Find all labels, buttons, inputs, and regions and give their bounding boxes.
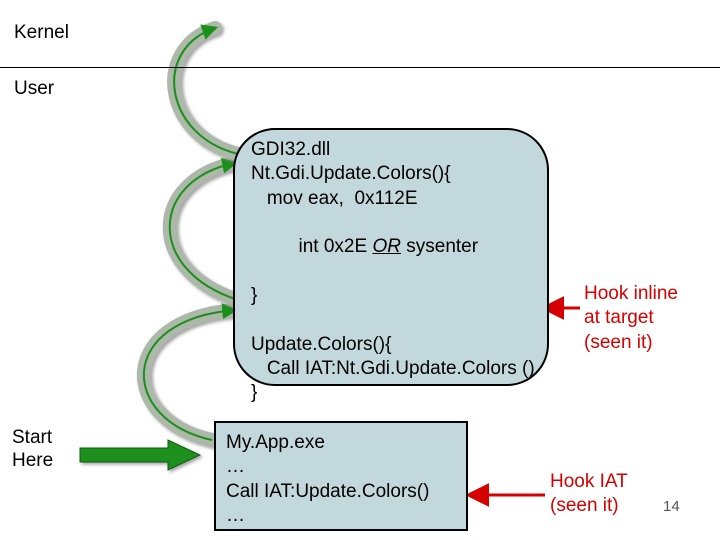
gdi32-box: GDI32.dll Nt.Gdi.Update.Colors(){ mov ea… xyxy=(233,128,549,386)
myapp-box: My.App.exe … Call IAT:Update.Colors() … xyxy=(214,421,468,531)
or-keyword: OR xyxy=(372,236,401,257)
myapp-call-iat: Call IAT:Update.Colors() xyxy=(226,480,456,504)
page-number: 14 xyxy=(663,498,680,515)
updatecolors-call-iat: Call IAT:Nt.Gdi.Update.Colors () xyxy=(251,357,535,381)
ntgdi-int-prefix: int 0x2E xyxy=(283,236,373,257)
ntgdi-fn-close: } xyxy=(251,284,535,308)
ntgdi-fn-open: Nt.Gdi.Update.Colors(){ xyxy=(251,162,535,186)
updatecolors-fn-open: Update.Colors(){ xyxy=(251,333,535,357)
updatecolors-fn-close: } xyxy=(251,381,535,405)
myapp-ellipsis-1: … xyxy=(226,455,456,479)
arrow-ntgdi-to-kernel xyxy=(174,28,243,155)
arrow-start-to-app xyxy=(80,440,200,470)
ntgdi-mov: mov eax, 0x112E xyxy=(251,187,535,211)
myapp-title: My.App.exe xyxy=(226,431,456,455)
ntgdi-sysenter: sysenter xyxy=(401,236,478,257)
hook-iat-label: Hook IAT (seen it) xyxy=(550,470,628,519)
kernel-label: Kernel xyxy=(14,22,69,45)
gdi32-line: GDI32.dll xyxy=(251,138,535,162)
myapp-ellipsis-2: … xyxy=(226,504,456,528)
arrow-update-to-ntgdi xyxy=(170,163,238,300)
hook-inline-label: Hook inline at target (seen it) xyxy=(584,282,678,355)
gap-line xyxy=(251,308,535,332)
ntgdi-int: int 0x2E OR sysenter xyxy=(251,211,535,284)
user-label: User xyxy=(14,78,54,101)
kernel-user-divider xyxy=(0,67,720,68)
start-here-label: Start Here xyxy=(12,427,53,473)
